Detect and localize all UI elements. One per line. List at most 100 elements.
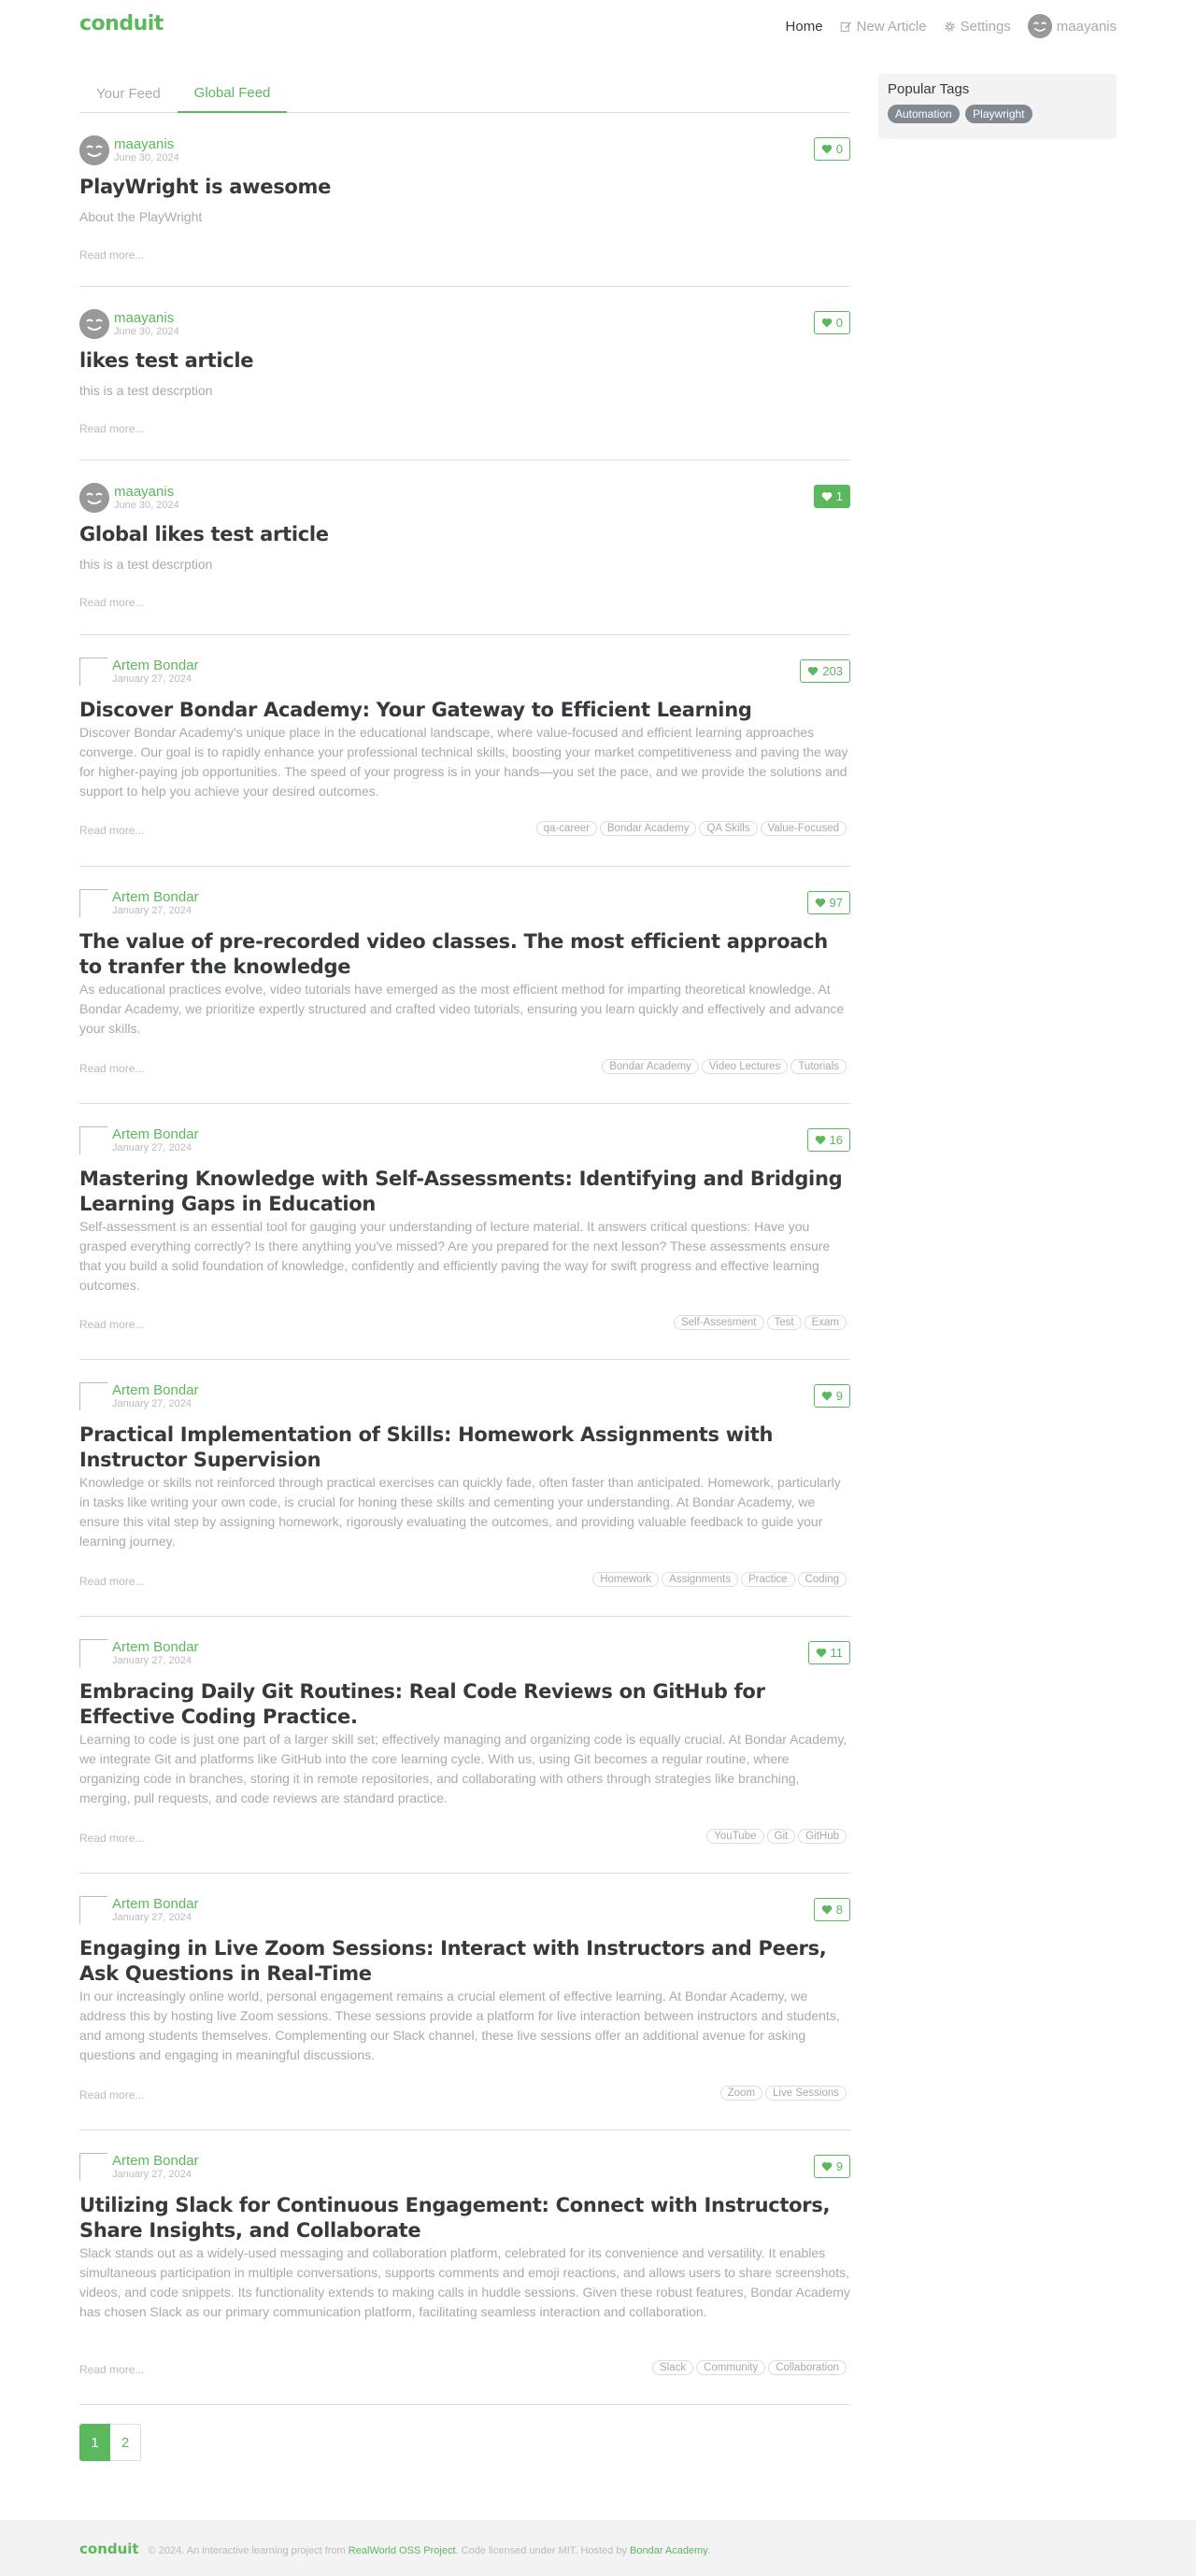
article-tag[interactable]: Homework bbox=[592, 1572, 660, 1587]
page-link-1[interactable]: 1 bbox=[79, 2424, 110, 2461]
read-more-link[interactable]: Read more... bbox=[79, 422, 144, 435]
article-meta: Artem Bondar January 27, 2024 bbox=[79, 889, 199, 917]
article-tag[interactable]: Community bbox=[696, 2360, 766, 2375]
article-tag[interactable]: Live Sessions bbox=[765, 2086, 847, 2101]
article-tag[interactable]: Bondar Academy bbox=[599, 821, 697, 836]
author-name[interactable]: maayanis bbox=[114, 311, 179, 325]
favorite-button[interactable]: 16 bbox=[806, 1128, 850, 1152]
read-more-link[interactable]: Read more... bbox=[79, 2363, 144, 2376]
read-more-link[interactable]: Read more... bbox=[79, 1062, 144, 1075]
favorite-button[interactable]: 9 bbox=[813, 2155, 850, 2178]
smiley-avatar-icon bbox=[79, 309, 109, 339]
footer-link-bondar[interactable]: Bondar Academy bbox=[630, 2545, 707, 2556]
author-name[interactable]: Artem Bondar bbox=[112, 1383, 199, 1397]
author-name[interactable]: Artem Bondar bbox=[112, 890, 199, 904]
favorite-button[interactable]: 0 bbox=[813, 137, 850, 161]
footer-text-suffix: . bbox=[706, 2545, 711, 2556]
article-description: Knowledge or skills not reinforced throu… bbox=[79, 1475, 841, 1549]
favorite-button[interactable]: 9 bbox=[813, 1384, 850, 1408]
nav-home[interactable]: Home bbox=[786, 19, 823, 35]
author-name[interactable]: Artem Bondar bbox=[112, 1897, 199, 1911]
article-tag[interactable]: Tutorials bbox=[790, 1059, 847, 1074]
page-link-2[interactable]: 2 bbox=[110, 2424, 141, 2461]
read-more-link[interactable]: Read more... bbox=[79, 1318, 144, 1331]
article-title[interactable]: Discover Bondar Academy: Your Gateway to… bbox=[79, 698, 850, 723]
read-more-link[interactable]: Read more... bbox=[79, 1832, 144, 1845]
author-name[interactable]: Artem Bondar bbox=[112, 2154, 199, 2168]
article-title[interactable]: Practical Implementation of Skills: Home… bbox=[79, 1422, 850, 1473]
article-title[interactable]: likes test article bbox=[79, 348, 850, 374]
favorite-button[interactable]: 11 bbox=[807, 1641, 850, 1664]
article-tag[interactable]: Collaboration bbox=[768, 2360, 847, 2375]
article-tag[interactable]: GitHub bbox=[798, 1829, 847, 1844]
read-more-link[interactable]: Read more... bbox=[79, 2088, 144, 2102]
author-avatar[interactable] bbox=[79, 483, 109, 513]
nav-new-article[interactable]: New Article bbox=[840, 19, 927, 35]
article-tag[interactable]: qa-career bbox=[535, 821, 597, 836]
author-name[interactable]: Artem Bondar bbox=[112, 658, 199, 672]
read-more-link[interactable]: Read more... bbox=[79, 824, 144, 837]
favorite-button[interactable]: 97 bbox=[806, 891, 850, 914]
article-title[interactable]: PlayWright is awesome bbox=[79, 175, 850, 200]
article-tag[interactable]: Zoom bbox=[719, 2086, 763, 2101]
article-description: Learning to code is just one part of a l… bbox=[79, 1732, 847, 1805]
favorite-count: 203 bbox=[822, 664, 843, 678]
tag-automation[interactable]: Automation bbox=[888, 105, 960, 123]
author-avatar[interactable] bbox=[79, 309, 109, 339]
article-tag[interactable]: Practice bbox=[741, 1572, 795, 1587]
brand-logo[interactable]: conduit bbox=[79, 12, 164, 35]
article-tag[interactable]: Assignments bbox=[662, 1572, 738, 1587]
article-title[interactable]: Global likes test article bbox=[79, 522, 850, 547]
author-avatar[interactable] bbox=[79, 1896, 107, 1924]
article-preview: Artem Bondar January 27, 2024 203 Discover … bbox=[79, 635, 850, 867]
article-tag[interactable]: QA Skills bbox=[699, 821, 758, 836]
author-avatar[interactable] bbox=[79, 1126, 107, 1154]
tab-global-feed[interactable]: Global Feed bbox=[177, 74, 288, 113]
article-title[interactable]: Utilizing Slack for Continuous Engagemen… bbox=[79, 2193, 850, 2243]
article-tag[interactable]: Bondar Academy bbox=[602, 1059, 699, 1074]
article-date: January 27, 2024 bbox=[112, 1142, 192, 1154]
author-avatar[interactable] bbox=[79, 1639, 107, 1667]
read-more-link[interactable]: Read more... bbox=[79, 1575, 144, 1588]
nav-profile[interactable]: maayanis bbox=[1027, 14, 1117, 38]
heart-icon bbox=[821, 144, 833, 154]
favorite-button[interactable]: 0 bbox=[813, 311, 850, 334]
heart-icon bbox=[821, 491, 833, 502]
nav-username: maayanis bbox=[1056, 18, 1117, 35]
article-tag[interactable]: Git bbox=[766, 1829, 796, 1844]
article-tag[interactable]: Video Lectures bbox=[701, 1059, 789, 1074]
favorite-button[interactable]: 203 bbox=[800, 659, 850, 683]
tab-your-feed[interactable]: Your Feed bbox=[79, 74, 178, 113]
article-tag[interactable]: Test bbox=[766, 1315, 802, 1330]
author-name[interactable]: Artem Bondar bbox=[112, 1640, 199, 1654]
author-avatar[interactable] bbox=[79, 2153, 107, 2181]
article-tag[interactable]: Value-Focused bbox=[760, 821, 847, 836]
article-tag[interactable]: Exam bbox=[804, 1315, 847, 1330]
author-avatar[interactable] bbox=[79, 1382, 107, 1410]
author-name[interactable]: maayanis bbox=[114, 485, 179, 499]
author-name[interactable]: maayanis bbox=[114, 137, 179, 151]
article-tag[interactable]: Coding bbox=[797, 1572, 847, 1587]
nav-settings[interactable]: Settings bbox=[944, 19, 1011, 35]
author-avatar[interactable] bbox=[79, 135, 109, 165]
footer-link-realworld[interactable]: RealWorld OSS Project bbox=[349, 2545, 456, 2556]
article-title[interactable]: Mastering Knowledge with Self-Assessment… bbox=[79, 1167, 850, 1217]
article-title[interactable]: Embracing Daily Git Routines: Real Code … bbox=[79, 1679, 850, 1730]
article-tag[interactable]: YouTube bbox=[706, 1829, 764, 1844]
footer-logo[interactable]: conduit bbox=[79, 2541, 139, 2557]
pagination: 1 2 bbox=[79, 2424, 141, 2461]
favorite-button[interactable]: 8 bbox=[813, 1898, 850, 1921]
article-tag[interactable]: Self-Assesment bbox=[673, 1315, 764, 1330]
article-title[interactable]: Engaging in Live Zoom Sessions: Interact… bbox=[79, 1936, 850, 1987]
author-avatar[interactable] bbox=[79, 889, 107, 917]
author-name[interactable]: Artem Bondar bbox=[112, 1127, 199, 1141]
footer: conduit © 2024. An interactive learning … bbox=[0, 2520, 1196, 2576]
article-title[interactable]: The value of pre-recorded video classes.… bbox=[79, 929, 850, 980]
article-tag[interactable]: Slack bbox=[651, 2360, 694, 2375]
read-more-link[interactable]: Read more... bbox=[79, 596, 144, 609]
read-more-link[interactable]: Read more... bbox=[79, 248, 144, 262]
favorite-button[interactable]: 1 bbox=[813, 485, 850, 508]
author-avatar[interactable] bbox=[79, 658, 107, 686]
heart-icon bbox=[815, 1135, 825, 1145]
tag-playwright[interactable]: Playwright bbox=[965, 105, 1032, 123]
